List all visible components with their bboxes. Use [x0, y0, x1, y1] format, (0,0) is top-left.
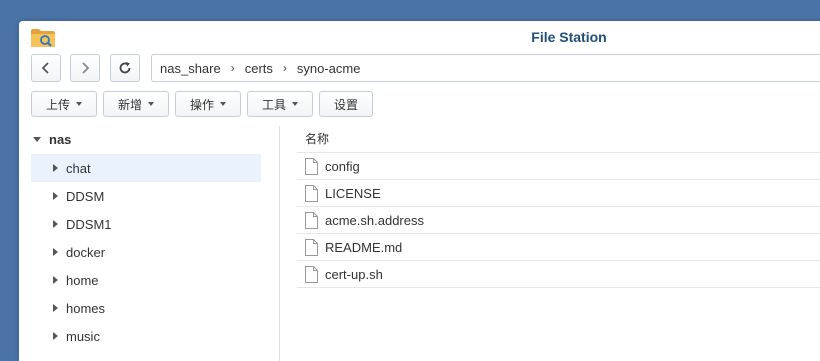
tree-item-homes[interactable]: homes — [31, 294, 261, 322]
breadcrumb-nas-share[interactable]: nas_share — [160, 61, 221, 76]
expand-right-icon[interactable] — [53, 248, 58, 256]
expand-right-icon[interactable] — [53, 304, 58, 312]
file-name: README.md — [325, 239, 403, 255]
expand-right-icon[interactable] — [53, 164, 58, 172]
breadcrumb-certs[interactable]: certs — [245, 61, 273, 76]
file-icon — [305, 184, 318, 202]
tree-item-label: docker — [66, 244, 106, 260]
file-name: cert-up.sh — [325, 266, 383, 282]
file-row[interactable]: README.md — [297, 234, 820, 261]
navigation-bar: nas_share › certs › syno-acme — [19, 53, 820, 87]
forward-button[interactable] — [70, 54, 100, 82]
file-station-window: File Station nas_share › certs › syno-ac… — [19, 21, 820, 361]
file-icon — [305, 211, 318, 229]
file-name: acme.sh.address — [325, 212, 424, 228]
tree-item-ddsm1[interactable]: DDSM1 — [31, 210, 261, 238]
file-icon — [305, 265, 318, 283]
expand-down-icon[interactable] — [33, 137, 41, 142]
tree-item-label: homes — [66, 300, 106, 316]
window-title: File Station — [531, 29, 607, 45]
file-name: LICENSE — [325, 185, 381, 201]
title-bar: File Station — [19, 21, 820, 53]
tools-button[interactable]: 工具 — [247, 91, 313, 117]
file-row[interactable]: config — [297, 153, 820, 180]
upload-button[interactable]: 上传 — [31, 91, 97, 117]
file-list: 名称 config LICENSE acme.sh.address README… — [297, 126, 820, 361]
chevron-right-icon — [82, 62, 90, 74]
settings-button[interactable]: 设置 — [319, 91, 373, 117]
file-icon — [305, 157, 318, 175]
tree-item-ddsm[interactable]: DDSM — [31, 182, 261, 210]
path-bar[interactable]: nas_share › certs › syno-acme — [151, 54, 820, 82]
tree-item-chat[interactable]: chat — [31, 154, 261, 182]
tree-item-label: DDSM1 — [66, 216, 112, 232]
caret-down-icon — [292, 102, 298, 106]
breadcrumb-separator: › — [230, 61, 235, 75]
tree-item-label: DDSM — [66, 188, 105, 204]
breadcrumb-syno-acme[interactable]: syno-acme — [297, 61, 361, 76]
chevron-left-icon — [41, 62, 49, 74]
tree-item-music[interactable]: music — [31, 322, 261, 350]
tree-root-nas[interactable]: nas — [33, 132, 71, 147]
caret-down-icon — [220, 102, 226, 106]
caret-down-icon — [148, 102, 154, 106]
tree-item-docker[interactable]: docker — [31, 238, 261, 266]
folder-tree: nas chat DDSM DDSM1 docker home homes mu… — [19, 126, 280, 361]
upload-label: 上传 — [45, 97, 70, 112]
expand-right-icon[interactable] — [53, 276, 58, 284]
tree-item-label: chat — [66, 160, 91, 176]
file-name: config — [325, 158, 360, 174]
expand-right-icon[interactable] — [53, 332, 58, 340]
refresh-button[interactable] — [110, 54, 140, 82]
tree-item-label: music — [66, 328, 100, 344]
breadcrumb-separator: › — [282, 61, 287, 75]
file-station-app-icon — [30, 27, 56, 48]
refresh-icon — [119, 62, 131, 74]
expand-right-icon[interactable] — [53, 192, 58, 200]
file-icon — [305, 238, 318, 256]
tools-label: 工具 — [261, 97, 286, 112]
file-row[interactable]: cert-up.sh — [297, 261, 820, 288]
action-toolbar: 上传 新增 操作 工具 设置 — [19, 90, 820, 120]
tree-root-label: nas — [49, 132, 72, 147]
action-label: 操作 — [189, 97, 214, 112]
column-header-name[interactable]: 名称 — [297, 126, 820, 153]
caret-down-icon — [76, 102, 82, 106]
settings-label: 设置 — [333, 97, 358, 112]
tree-item-home[interactable]: home — [31, 266, 261, 294]
expand-right-icon[interactable] — [53, 220, 58, 228]
tree-item-label: home — [66, 272, 99, 288]
new-button[interactable]: 新增 — [103, 91, 169, 117]
action-button[interactable]: 操作 — [175, 91, 241, 117]
file-row[interactable]: LICENSE — [297, 180, 820, 207]
back-button[interactable] — [31, 54, 61, 82]
file-row[interactable]: acme.sh.address — [297, 207, 820, 234]
new-label: 新增 — [117, 97, 142, 112]
